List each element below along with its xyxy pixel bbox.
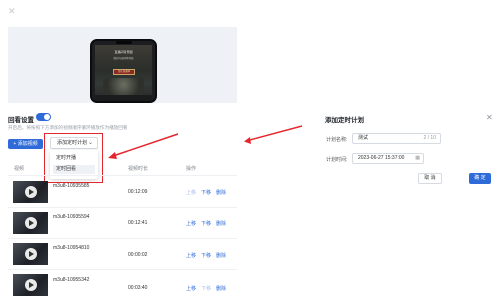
toggle-knob xyxy=(44,114,50,120)
phone-scene-image xyxy=(103,78,144,95)
move-up-button[interactable]: 上移 xyxy=(186,285,196,292)
video-name: m3u8-10954810 xyxy=(53,245,90,251)
live-badge: 正在直播中 xyxy=(113,69,135,75)
move-down-button[interactable]: 下移 xyxy=(201,252,211,259)
plan-time-picker[interactable]: 2023-06-27 15:37:00 ▦ xyxy=(352,153,424,164)
close-icon[interactable]: ✕ xyxy=(486,114,493,122)
move-down-button[interactable]: 下移 xyxy=(201,189,211,196)
arrow-to-menu-head xyxy=(108,152,117,159)
play-triangle xyxy=(29,282,34,288)
move-up-button[interactable]: 上移 xyxy=(186,220,196,227)
arrow-to-dialog-line xyxy=(245,125,303,142)
plan-time-label: 计划时间: xyxy=(326,157,348,163)
video-thumbnail[interactable] xyxy=(13,181,48,203)
header-actions: 操作 xyxy=(186,166,197,172)
cancel-button[interactable]: 取 消 xyxy=(418,173,442,184)
plan-name-value: 测试 xyxy=(358,135,369,141)
header-video: 视频 xyxy=(14,166,25,172)
phone-preview: 直播间背景图 精彩内容即将开始 正在直播中 xyxy=(90,39,157,103)
delete-button[interactable]: 删除 xyxy=(216,220,226,227)
replay-settings-title: 回看设置 xyxy=(8,117,34,124)
video-duration: 00:00:02 xyxy=(128,252,148,258)
add-video-button[interactable]: + 添加视频 xyxy=(8,139,43,149)
play-triangle xyxy=(29,189,34,195)
delete-button[interactable]: 删除 xyxy=(216,189,226,196)
video-name: m3u8-10935585 xyxy=(53,183,90,189)
arrow-to-menu-line xyxy=(112,133,179,157)
phone-bottom-bar xyxy=(95,95,152,101)
phone-screen: 直播间背景图 精彩内容即将开始 正在直播中 xyxy=(95,45,152,101)
move-down-button[interactable]: 下移 xyxy=(201,285,211,292)
row-divider xyxy=(8,175,237,176)
video-thumbnail[interactable] xyxy=(13,274,48,296)
dialog-title: 添加定时计划 xyxy=(325,117,364,124)
video-duration: 00:12:41 xyxy=(128,220,148,226)
video-duration: 00:03:40 xyxy=(128,285,148,291)
phone-notch xyxy=(116,41,132,44)
row-divider xyxy=(8,269,237,270)
plan-name-input[interactable]: 测试 2 / 10 xyxy=(352,133,441,144)
calendar-icon: ▦ xyxy=(415,155,420,161)
header-duration: 视频时长 xyxy=(128,166,149,172)
plan-time-value: 2023-06-27 15:37:00 xyxy=(358,155,405,161)
video-name: m3u8-10935594 xyxy=(53,214,90,220)
move-down-button[interactable]: 下移 xyxy=(201,220,211,227)
video-duration: 00:12:09 xyxy=(128,189,148,195)
delete-button[interactable]: 删除 xyxy=(216,285,226,292)
confirm-button[interactable]: 确 定 xyxy=(469,173,491,184)
video-thumbnail[interactable] xyxy=(13,212,48,234)
play-triangle xyxy=(29,220,34,226)
replay-toggle[interactable] xyxy=(36,113,51,121)
replay-hint: 开启后，将按照下方添加的视频顺序循环播放作为播放回看 xyxy=(8,125,128,130)
arrow-to-dialog-head xyxy=(244,137,251,144)
phone-subtitle: 精彩内容即将开始 xyxy=(113,57,134,60)
play-triangle xyxy=(29,251,34,257)
plan-name-label: 计划名称: xyxy=(326,137,348,143)
plan-name-counter: 2 / 10 xyxy=(423,135,436,141)
phone-title: 直播间背景图 xyxy=(114,50,133,54)
row-divider xyxy=(8,238,237,239)
close-icon[interactable]: ✕ xyxy=(8,7,16,16)
video-name: m3u8-10955342 xyxy=(53,277,90,283)
move-up-button[interactable]: 上移 xyxy=(186,189,196,196)
video-thumbnail[interactable] xyxy=(13,243,48,265)
move-up-button[interactable]: 上移 xyxy=(186,252,196,259)
row-divider xyxy=(8,207,237,208)
delete-button[interactable]: 删除 xyxy=(216,252,226,259)
